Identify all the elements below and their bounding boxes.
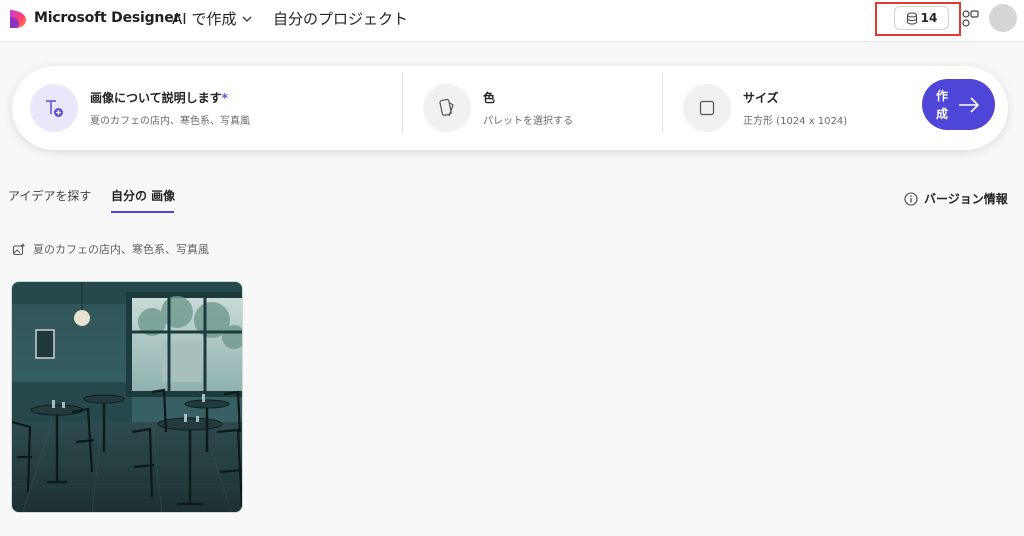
describe-title: 画像について説明します <box>90 91 222 105</box>
version-info-label: バージョン情報 <box>924 192 1008 206</box>
segment-divider <box>662 72 663 134</box>
image-sparkle-icon <box>13 243 26 255</box>
version-info-button[interactable]: バージョン情報 <box>904 190 1008 207</box>
active-tab-indicator <box>111 211 174 213</box>
create-button[interactable]: 作成 <box>922 79 995 130</box>
square-icon <box>683 84 731 132</box>
share-icon[interactable] <box>961 8 979 28</box>
info-icon <box>904 191 918 206</box>
app-header: Microsoft Designer AI で作成 自分のプロジェクト 14 <box>0 0 1024 42</box>
palette-icon <box>423 84 471 132</box>
size-title: サイズ <box>743 91 779 105</box>
avatar[interactable] <box>989 4 1017 32</box>
tab-explore-ideas[interactable]: アイデアを探す <box>8 187 91 204</box>
describe-image-field[interactable]: 画像について説明します* 夏のカフェの店内、寒色系、写真風 <box>30 81 400 135</box>
credits-count: 14 <box>920 11 938 25</box>
required-mark: * <box>221 91 228 105</box>
describe-prompt-text: 夏のカフェの店内、寒色系、写真風 <box>90 116 250 127</box>
color-palette-field[interactable]: 色 パレットを選択する <box>423 81 663 135</box>
segment-divider <box>402 72 403 134</box>
generated-prompt-text: 夏のカフェの店内、寒色系、写真風 <box>33 243 209 256</box>
size-field[interactable]: サイズ 正方形 (1024 x 1024) <box>683 81 908 135</box>
nav-create-with-ai[interactable]: AI で作成 <box>172 8 252 29</box>
brand-name[interactable]: Microsoft Designer <box>34 10 180 26</box>
prompt-bar: 画像について説明します* 夏のカフェの店内、寒色系、写真風 色 パレットを選択す… <box>12 66 1008 150</box>
credits-button[interactable]: 14 <box>894 6 949 30</box>
create-button-label: 作成 <box>936 88 949 121</box>
nav-create-with-ai-label: AI で作成 <box>172 10 237 28</box>
text-add-icon <box>30 84 78 132</box>
cafe-interior-image <box>12 282 242 512</box>
tab-my-images[interactable]: 自分の 画像 <box>111 187 175 204</box>
arrow-right-icon <box>959 96 980 113</box>
generated-prompt: 夏のカフェの店内、寒色系、写真風 <box>12 241 209 257</box>
color-subtitle: パレットを選択する <box>483 116 573 127</box>
color-title: 色 <box>483 91 496 105</box>
designer-logo-icon[interactable] <box>8 9 28 29</box>
generated-image-card[interactable] <box>11 281 243 513</box>
coins-icon <box>906 12 917 25</box>
chevron-down-icon <box>242 16 252 22</box>
size-subtitle: 正方形 (1024 x 1024) <box>743 116 848 127</box>
nav-my-projects[interactable]: 自分のプロジェクト <box>273 8 408 29</box>
